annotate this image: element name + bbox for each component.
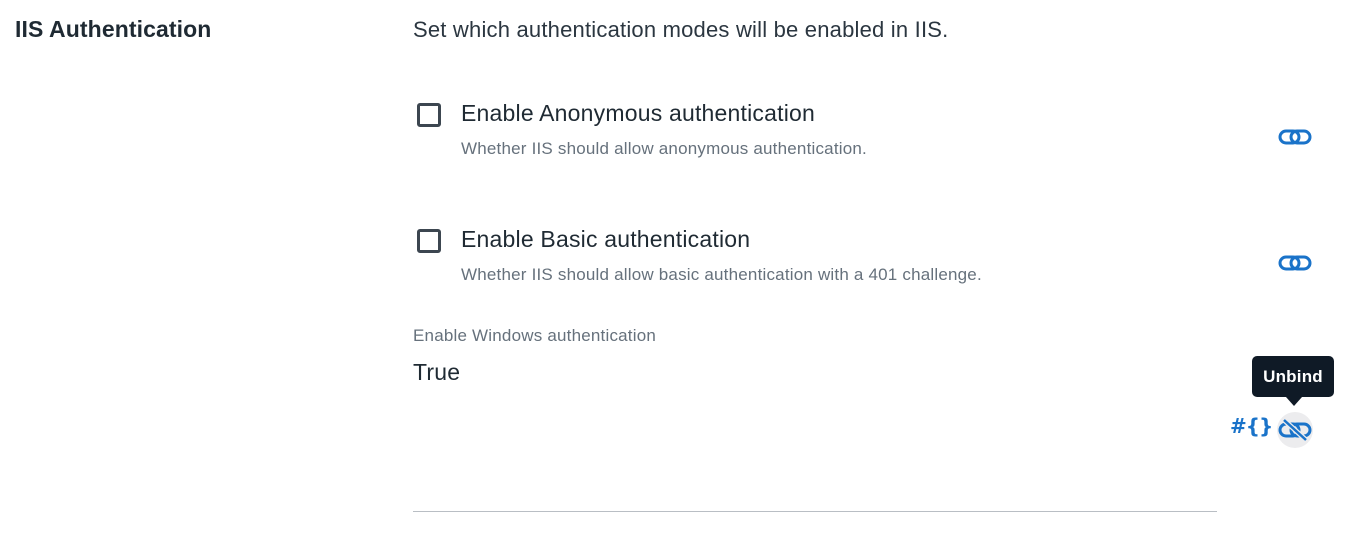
iis-authentication-page: IIS Authentication Set which authenticat… [0,0,1372,534]
link-icon-graphic [1278,129,1312,145]
basic-auth-note: Whether IIS should allow basic authentic… [461,265,982,284]
unbind-tooltip: Unbind [1252,356,1334,397]
windows-auth-value[interactable]: True [413,359,460,386]
expression-icon[interactable]: #{} [1230,412,1273,440]
section-description: Set which authentication modes will be e… [413,17,949,42]
link-icon-graphic [1278,255,1312,271]
windows-auth-label: Enable Windows authentication [413,326,657,345]
section-title: IIS Authentication [15,16,212,42]
anonymous-auth-label[interactable]: Enable Anonymous authentication [461,100,815,127]
basic-auth-label[interactable]: Enable Basic authentication [461,226,750,253]
field-underline [413,511,1217,512]
unlink-icon[interactable] [1277,412,1313,448]
anonymous-auth-note: Whether IIS should allow anonymous authe… [461,139,867,158]
anonymous-auth-checkbox[interactable] [417,103,441,127]
tooltip-arrow [1286,397,1302,406]
link-icon[interactable] [1277,245,1313,281]
link-icon[interactable] [1277,119,1313,155]
basic-auth-checkbox[interactable] [417,229,441,253]
unlink-icon-graphic [1278,419,1312,441]
